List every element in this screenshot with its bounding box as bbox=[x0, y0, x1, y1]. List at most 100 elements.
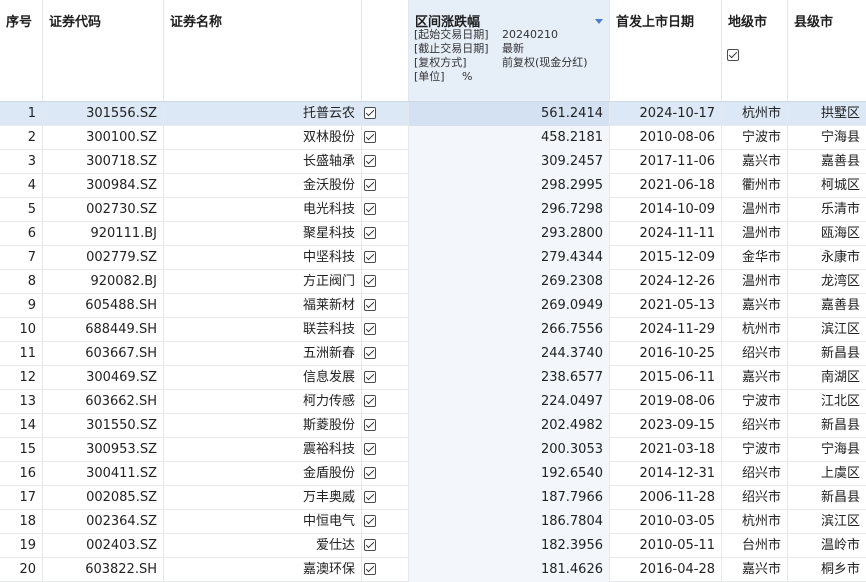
row-checkbox[interactable] bbox=[364, 298, 376, 311]
param-row: [起始交易日期] 20240210 bbox=[414, 28, 558, 41]
column-header-name[interactable]: 证券名称 bbox=[164, 0, 362, 101]
cell-name: 斯菱股份 bbox=[164, 414, 362, 438]
table-row[interactable]: 12 300469.SZ 信息发展 238.6577 2015-06-11 嘉兴市 南湖区 bbox=[0, 366, 866, 390]
cell-city: 温州市 bbox=[722, 222, 788, 246]
row-checkbox[interactable] bbox=[364, 130, 376, 143]
table-row[interactable]: 6 920111.BJ 聚星科技 293.2800 2024-11-11 温州市 瓯海区 bbox=[0, 222, 866, 246]
cell-checkbox[interactable] bbox=[362, 102, 409, 126]
column-header-change[interactable]: 区间涨跌幅 [起始交易日期] 20240210 [截止交易日期] 最新 [复权方式]… bbox=[409, 0, 610, 101]
row-checkbox[interactable] bbox=[364, 394, 376, 407]
cell-checkbox[interactable] bbox=[362, 534, 409, 558]
cell-name: 中恒电气 bbox=[164, 510, 362, 534]
cell-city: 嘉兴市 bbox=[722, 150, 788, 174]
cell-checkbox[interactable] bbox=[362, 150, 409, 174]
table-row[interactable]: 15 300953.SZ 震裕科技 200.3053 2021-03-18 宁波市 宁海县 bbox=[0, 438, 866, 462]
column-header-city[interactable]: 地级市 bbox=[722, 0, 788, 101]
cell-ipo-date: 2019-08-06 bbox=[610, 390, 722, 414]
column-header-seq[interactable]: 序号 bbox=[0, 0, 43, 101]
column-header-code[interactable]: 证券代码 bbox=[43, 0, 164, 101]
cell-name: 电光科技 bbox=[164, 198, 362, 222]
row-checkbox[interactable] bbox=[364, 442, 376, 455]
cell-seq: 13 bbox=[0, 390, 43, 414]
table-row[interactable]: 4 300984.SZ 金沃股份 298.2995 2021-06-18 衢州市 柯城区 bbox=[0, 174, 866, 198]
cell-code: 300718.SZ bbox=[43, 150, 164, 174]
table-row[interactable]: 19 002403.SZ 爱仕达 182.3956 2010-05-11 台州市 温岭市 bbox=[0, 534, 866, 558]
row-checkbox[interactable] bbox=[364, 202, 376, 215]
cell-checkbox[interactable] bbox=[362, 510, 409, 534]
cell-checkbox[interactable] bbox=[362, 294, 409, 318]
cell-county: 温岭市 bbox=[820, 538, 860, 553]
cell-county: 南湖区 bbox=[820, 370, 860, 385]
cell-checkbox[interactable] bbox=[362, 366, 409, 390]
row-checkbox[interactable] bbox=[364, 322, 376, 335]
row-checkbox[interactable] bbox=[364, 514, 376, 527]
cell-ipo-date: 2015-06-11 bbox=[610, 366, 722, 390]
row-checkbox[interactable] bbox=[364, 154, 376, 167]
cell-checkbox[interactable] bbox=[362, 462, 409, 486]
cell-ipo-date: 2021-03-18 bbox=[610, 438, 722, 462]
cell-ipo-date: 2021-06-18 bbox=[610, 174, 722, 198]
cell-ipo-date: 2016-04-28 bbox=[610, 558, 722, 582]
table-row[interactable]: 16 300411.SZ 金盾股份 192.6540 2014-12-31 绍兴市 上虞区 bbox=[0, 462, 866, 486]
row-checkbox[interactable] bbox=[364, 346, 376, 359]
table-row[interactable]: 3 300718.SZ 长盛轴承 309.2457 2017-11-06 嘉兴市 嘉善县 bbox=[0, 150, 866, 174]
row-checkbox[interactable] bbox=[364, 490, 376, 503]
table-row[interactable]: 20 603822.SH 嘉澳环保 181.4626 2016-04-28 嘉兴市 桐乡市 bbox=[0, 558, 866, 582]
table-row[interactable]: 2 300100.SZ 双林股份 458.2181 2010-08-06 宁波市 宁海县 bbox=[0, 126, 866, 150]
cell-ipo-date: 2015-12-09 bbox=[610, 246, 722, 270]
cell-checkbox[interactable] bbox=[362, 414, 409, 438]
table-row[interactable]: 7 002779.SZ 中坚科技 279.4344 2015-12-09 金华市 永康市 bbox=[0, 246, 866, 270]
column-header-label: 县级市 bbox=[794, 15, 834, 30]
cell-county: 龙湾区 bbox=[820, 274, 860, 289]
row-checkbox[interactable] bbox=[364, 106, 376, 119]
column-header-checkbox[interactable] bbox=[362, 0, 739, 101]
cell-city: 嘉兴市 bbox=[722, 294, 788, 318]
cell-checkbox[interactable] bbox=[362, 126, 409, 150]
cell-code: 920111.BJ bbox=[43, 222, 164, 246]
cell-change: 224.0497 bbox=[409, 390, 610, 414]
cell-county: 柯城区 bbox=[820, 178, 860, 193]
table-row[interactable]: 5 002730.SZ 电光科技 296.7298 2014-10-09 温州市 乐清市 bbox=[0, 198, 866, 222]
cell-checkbox[interactable] bbox=[362, 438, 409, 462]
cell-checkbox[interactable] bbox=[362, 246, 409, 270]
row-checkbox[interactable] bbox=[364, 250, 376, 263]
table-row[interactable]: 10 688449.SH 联芸科技 266.7556 2024-11-29 杭州市 滨江区 bbox=[0, 318, 866, 342]
sort-descending-icon[interactable] bbox=[595, 19, 603, 24]
cell-code: 603667.SH bbox=[43, 342, 164, 366]
cell-checkbox[interactable] bbox=[362, 198, 409, 222]
row-checkbox[interactable] bbox=[364, 370, 376, 383]
row-checkbox[interactable] bbox=[364, 178, 376, 191]
cell-checkbox[interactable] bbox=[362, 270, 409, 294]
cell-checkbox[interactable] bbox=[362, 558, 409, 582]
table-row[interactable]: 18 002364.SZ 中恒电气 186.7804 2010-03-05 杭州市 滨江区 bbox=[0, 510, 866, 534]
table-row[interactable]: 1 301556.SZ 托普云农 561.2414 2024-10-17 杭州市 拱墅区 bbox=[0, 102, 866, 126]
row-checkbox[interactable] bbox=[364, 418, 376, 431]
row-checkbox[interactable] bbox=[364, 274, 376, 287]
cell-checkbox[interactable] bbox=[362, 342, 409, 366]
row-checkbox[interactable] bbox=[364, 226, 376, 239]
row-checkbox[interactable] bbox=[364, 562, 376, 575]
cell-city: 温州市 bbox=[722, 198, 788, 222]
row-checkbox[interactable] bbox=[364, 538, 376, 551]
cell-county: 滨江区 bbox=[820, 514, 860, 529]
cell-county: 永康市 bbox=[820, 250, 860, 265]
column-header-county[interactable]: 县级市 bbox=[788, 0, 866, 101]
table-row[interactable]: 9 605488.SH 福莱新材 269.0949 2021-05-13 嘉兴市 嘉善县 bbox=[0, 294, 866, 318]
row-checkbox[interactable] bbox=[364, 466, 376, 479]
table-row[interactable]: 17 002085.SZ 万丰奥威 187.7966 2006-11-28 绍兴市 新昌县 bbox=[0, 486, 866, 510]
cell-change: 244.3740 bbox=[409, 342, 610, 366]
param-row: [复权方式] 前复权(现金分红) bbox=[414, 56, 588, 69]
column-header-ipo-date[interactable]: 首发上市日期 bbox=[610, 0, 722, 101]
cell-checkbox[interactable] bbox=[362, 390, 409, 414]
param-row: [截止交易日期] 最新 bbox=[414, 42, 524, 55]
cell-code: 002730.SZ bbox=[43, 198, 164, 222]
cell-checkbox[interactable] bbox=[362, 486, 409, 510]
cell-checkbox[interactable] bbox=[362, 318, 409, 342]
cell-checkbox[interactable] bbox=[362, 222, 409, 246]
cell-name: 嘉澳环保 bbox=[164, 558, 362, 582]
table-row[interactable]: 8 920082.BJ 方正阀门 269.2308 2024-12-26 温州市 龙湾区 bbox=[0, 270, 866, 294]
table-row[interactable]: 11 603667.SH 五洲新春 244.3740 2016-10-25 绍兴市 新昌县 bbox=[0, 342, 866, 366]
table-row[interactable]: 14 301550.SZ 斯菱股份 202.4982 2023-09-15 绍兴市 新昌县 bbox=[0, 414, 866, 438]
cell-checkbox[interactable] bbox=[362, 174, 409, 198]
table-row[interactable]: 13 603662.SH 柯力传感 224.0497 2019-08-06 宁波市 江北区 bbox=[0, 390, 866, 414]
